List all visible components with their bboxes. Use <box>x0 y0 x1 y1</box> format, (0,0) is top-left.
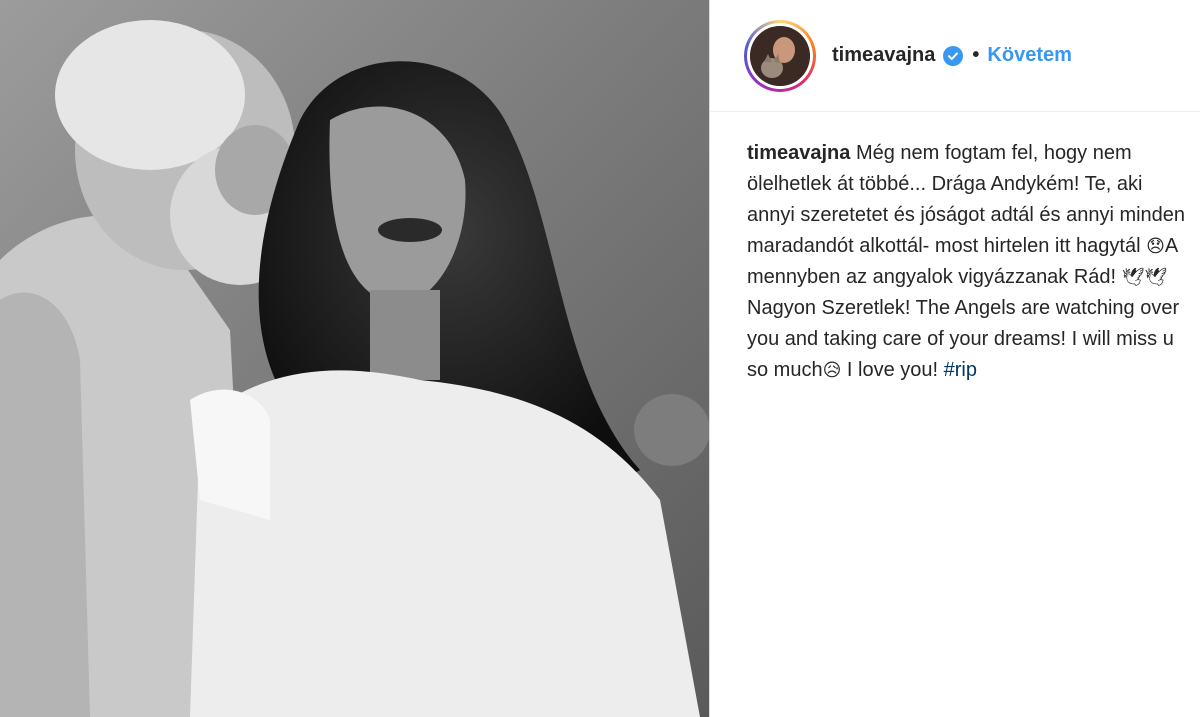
disappointed-face-icon: 😞 <box>1146 236 1165 256</box>
photo-illustration <box>0 0 709 717</box>
post-caption: timeavajna Még nem fogtam fel, hogy nem … <box>747 138 1195 386</box>
avatar-image <box>750 25 810 86</box>
dove-icon: 🕊🕊 <box>1121 267 1168 287</box>
avatar[interactable] <box>750 25 810 86</box>
caption-username[interactable]: timeavajna <box>747 142 850 164</box>
hashtag-link[interactable]: #rip <box>944 359 977 381</box>
post-header: timeavajna • Követem <box>710 0 1200 112</box>
story-ring[interactable] <box>744 19 816 92</box>
avatar-frame <box>747 22 813 89</box>
follow-button[interactable]: Követem <box>987 44 1071 67</box>
caption-text-4: I love you! <box>841 359 944 381</box>
post-sidebar: timeavajna • Követem timeavajna Még nem … <box>710 0 1200 717</box>
post-photo[interactable] <box>0 0 709 717</box>
sad-relieved-face-icon: 😥 <box>822 360 842 380</box>
separator-dot: • <box>972 44 980 66</box>
instagram-post: timeavajna • Követem timeavajna Még nem … <box>0 0 1200 717</box>
author-username[interactable]: timeavajna <box>832 44 935 67</box>
verified-badge-icon <box>943 45 964 66</box>
